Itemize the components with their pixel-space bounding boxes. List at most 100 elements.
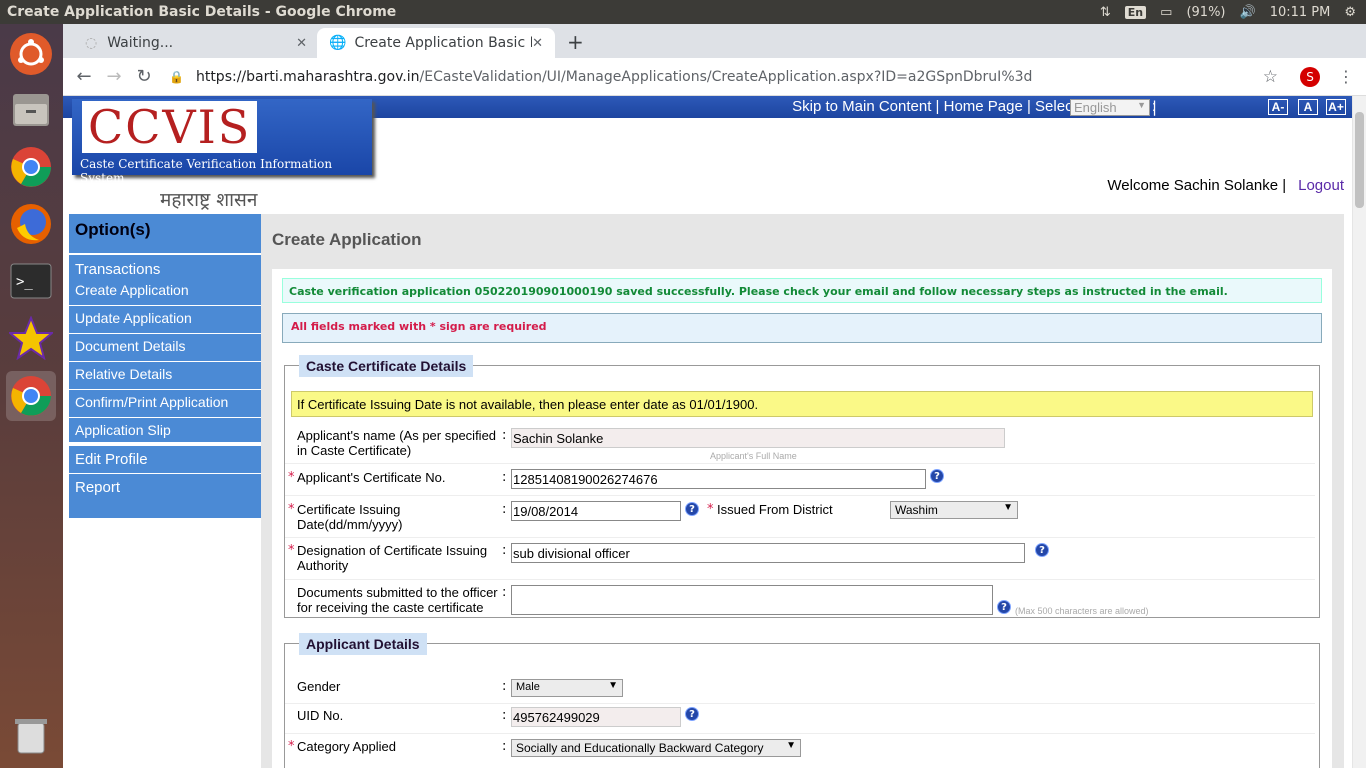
applicant-name-label: Applicant's name (As per specified in Ca… [297, 428, 497, 458]
required-star: * [288, 502, 295, 517]
help-icon[interactable]: ? [997, 600, 1011, 614]
help-icon[interactable]: ? [1035, 543, 1049, 557]
starred-app-icon[interactable] [6, 313, 56, 363]
trash-icon[interactable] [6, 710, 56, 760]
chevron-down-icon: ▼ [608, 680, 618, 691]
url-host: https://barti.maharashtra.gov.in [195, 68, 420, 85]
documents-textarea[interactable] [511, 585, 993, 615]
menu-dots-icon[interactable]: ⋮ [1338, 67, 1354, 86]
font-normal-button[interactable]: A [1298, 99, 1318, 115]
forward-arrow-icon[interactable]: → [99, 66, 129, 87]
logout-link[interactable]: Logout [1298, 177, 1344, 194]
help-icon[interactable]: ? [685, 502, 699, 516]
sidebar-item-report[interactable]: Report [69, 474, 261, 502]
district-value: Washim [895, 503, 938, 517]
battery-icon[interactable]: ▭ [1160, 5, 1172, 20]
sidebar-item-document-details[interactable]: Document Details [69, 334, 261, 362]
keyboard-layout-indicator[interactable]: En [1124, 5, 1147, 19]
row-certificate-no: * Applicant's Certificate No. : 12851408… [285, 464, 1315, 496]
lock-icon[interactable]: 🔒 [169, 70, 184, 84]
category-label: Category Applied [297, 739, 397, 754]
required-star: * [288, 470, 295, 485]
loading-icon: ◌ [85, 35, 98, 51]
os-top-bar: Create Application Basic Details - Googl… [0, 0, 1366, 24]
welcome-area: Welcome Sachin Solanke | Logout [1107, 177, 1344, 194]
category-select[interactable]: Socially and Educationally Backward Cate… [511, 739, 801, 757]
required-fields-message: All fields marked with * sign are requir… [282, 313, 1322, 343]
row-issue-date: * Certificate Issuing Date(dd/mm/yyyy) :… [285, 496, 1315, 538]
back-arrow-icon[interactable]: ← [69, 66, 99, 87]
profile-avatar[interactable]: S [1300, 66, 1320, 87]
clock[interactable]: 10:11 PM [1270, 5, 1331, 20]
district-label: Issued From District [717, 502, 833, 517]
logo-title: CCVIS [82, 101, 258, 153]
colon: : [502, 739, 507, 754]
sidebar-item-update-application[interactable]: Update Application [69, 306, 261, 334]
language-select[interactable]: English ▼ [1070, 99, 1150, 116]
tab-label: Waiting... [107, 35, 174, 51]
section-legend: Applicant Details [299, 633, 427, 655]
chrome-icon[interactable] [6, 142, 56, 192]
uid-label: UID No. [297, 708, 344, 723]
row-documents: Documents submitted to the officer for r… [285, 580, 1315, 618]
uid-input[interactable]: 495762499029 [511, 707, 681, 727]
certificate-no-input[interactable]: 12851408190026274676 [511, 469, 926, 489]
page-scrollbar[interactable] [1352, 96, 1366, 768]
reload-icon[interactable]: ↻ [129, 66, 159, 87]
ubuntu-launcher: >_ [0, 24, 63, 768]
welcome-text: Welcome Sachin Solanke | [1107, 177, 1287, 194]
globe-icon: 🌐 [329, 35, 347, 51]
category-value: Socially and Educationally Backward Cate… [516, 741, 764, 755]
colon: : [502, 679, 507, 694]
network-icon[interactable]: ⇅ [1100, 5, 1111, 20]
chrome-active-icon[interactable] [6, 371, 56, 421]
sidebar-item-create-application[interactable]: Create Application [69, 278, 261, 306]
sidebar-item-relative-details[interactable]: Relative Details [69, 362, 261, 390]
colon: : [502, 543, 507, 558]
maharashtra-shasan-logo: महाराष्ट्र शासन [160, 189, 258, 211]
gender-value: Male [516, 681, 540, 693]
designation-label: Designation of Certificate Issuing Autho… [297, 543, 488, 573]
tab-waiting[interactable]: ◌ Waiting... ✕ [73, 28, 319, 58]
options-sidebar: Option(s) Transactions Create Applicatio… [69, 214, 261, 518]
page-title: Create Application [272, 230, 422, 249]
sidebar-item-application-slip[interactable]: Application Slip [69, 418, 261, 446]
ubuntu-dash-icon[interactable] [6, 29, 56, 79]
applicant-name-input[interactable]: Sachin Solanke [511, 428, 1005, 448]
new-tab-plus-icon[interactable]: + [567, 30, 584, 54]
font-decrease-button[interactable]: A- [1268, 99, 1288, 115]
web-page: Skip to Main Content | Home Page | Selec… [63, 96, 1352, 768]
font-increase-button[interactable]: A+ [1326, 99, 1346, 115]
bookmark-star-icon[interactable]: ☆ [1263, 67, 1278, 87]
svg-text:>_: >_ [16, 274, 33, 290]
tab-create-application[interactable]: 🌐 Create Application Basic D ✕ [317, 28, 555, 58]
files-icon[interactable] [6, 85, 56, 135]
help-icon[interactable]: ? [685, 707, 699, 721]
close-icon[interactable]: ✕ [532, 36, 543, 51]
gender-label: Gender [297, 679, 341, 694]
scrollbar-thumb[interactable] [1355, 112, 1364, 208]
applicant-details-section: Applicant Details Gender : Male ▼ UID No.… [284, 633, 1320, 768]
date-note: If Certificate Issuing Date is not avail… [291, 391, 1313, 417]
issue-date-input[interactable]: 19/08/2014 [511, 501, 681, 521]
gender-select[interactable]: Male ▼ [511, 679, 623, 697]
designation-input[interactable]: sub divisional officer [511, 543, 1025, 563]
district-select[interactable]: Washim ▼ [890, 501, 1018, 519]
colon: : [502, 470, 507, 485]
sidebar-section-transactions: Transactions [75, 261, 161, 278]
sidebar-item-edit-profile[interactable]: Edit Profile [69, 446, 261, 474]
row-gender: Gender : Male ▼ [285, 674, 1315, 704]
help-icon[interactable]: ? [930, 469, 944, 483]
power-gear-icon[interactable]: ⚙ [1344, 5, 1356, 20]
address-bar[interactable]: https://barti.maharashtra.gov.in/ECasteV… [196, 69, 1032, 85]
ccvis-logo[interactable]: CCVIS Caste Certificate Verification Inf… [72, 99, 372, 185]
terminal-icon[interactable]: >_ [6, 256, 56, 306]
volume-icon[interactable]: 🔊 [1240, 5, 1256, 20]
close-icon[interactable]: ✕ [296, 36, 307, 51]
sidebar-item-confirm-print[interactable]: Confirm/Print Application [69, 390, 261, 418]
window-title: Create Application Basic Details - Googl… [7, 4, 397, 20]
firefox-icon[interactable] [6, 199, 56, 249]
logo-subtitle: Caste Certificate Verification Informati… [80, 157, 333, 185]
chevron-down-icon: ▼ [786, 740, 796, 751]
row-applicant-name: Applicant's name (As per specified in Ca… [285, 424, 1315, 464]
